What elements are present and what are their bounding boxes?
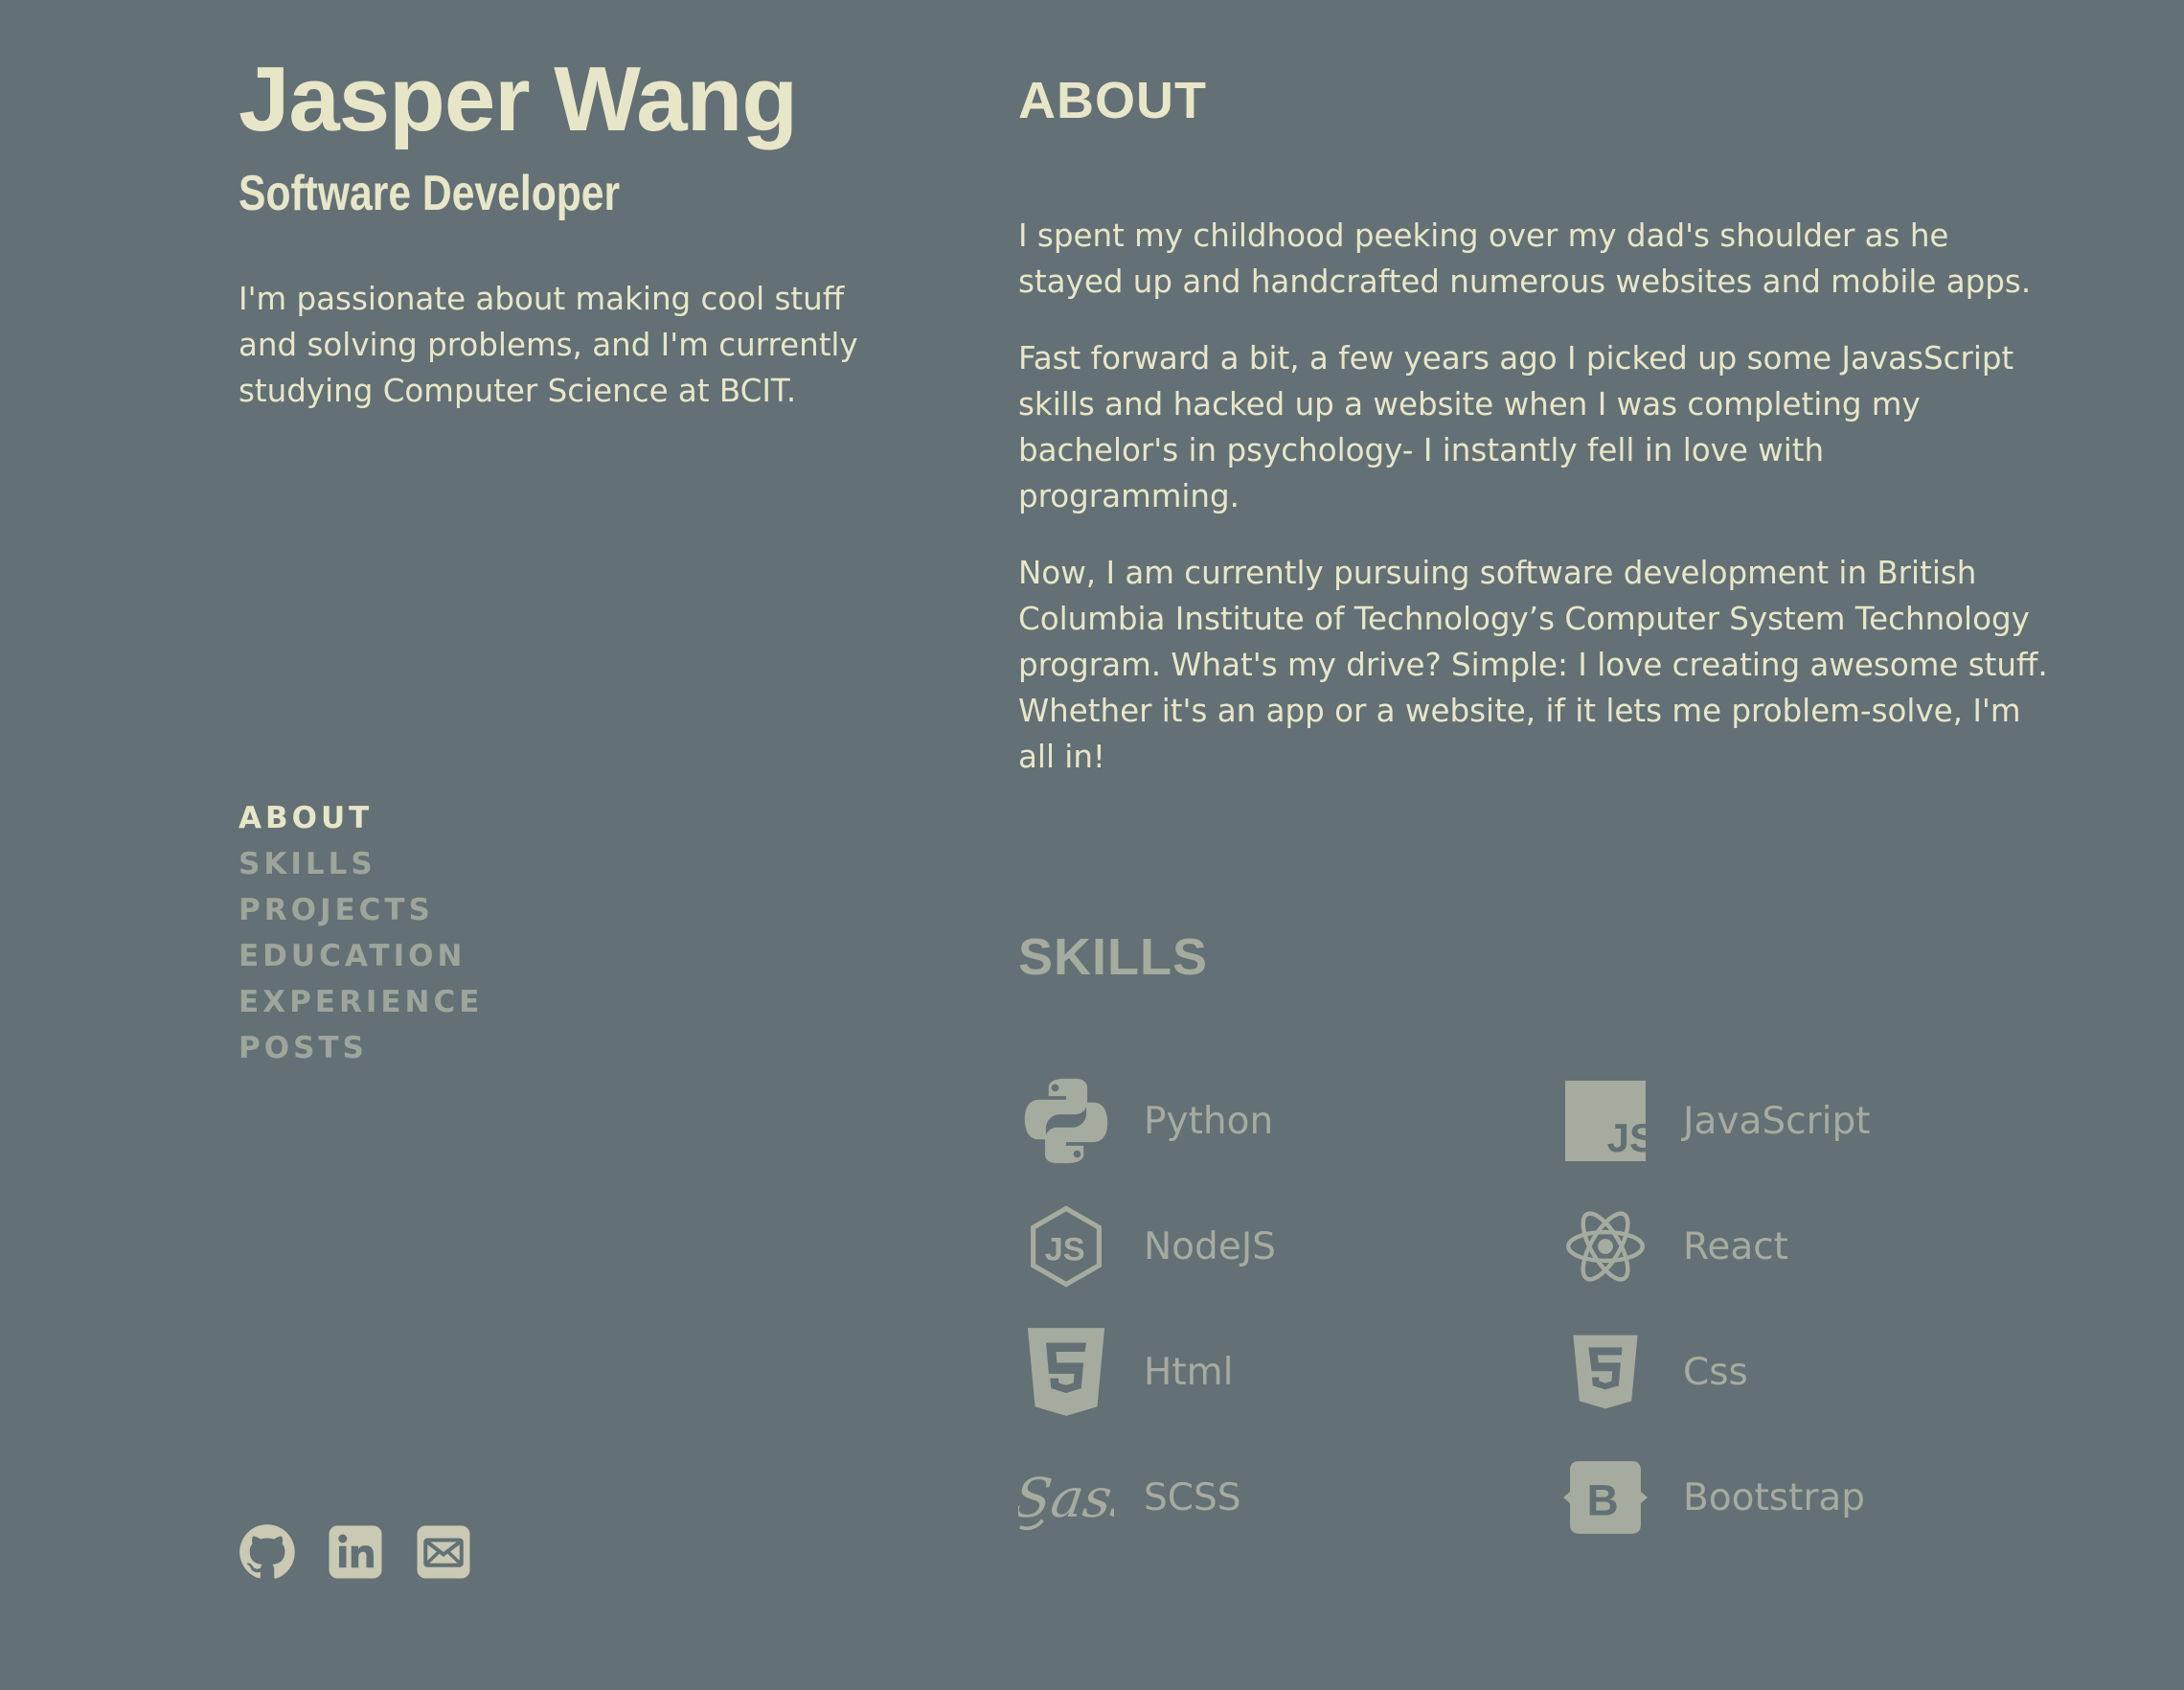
skill-label: React [1683,1224,1788,1268]
nav-item-skills[interactable]: SKILLS [239,841,483,887]
skill-css: Css [1558,1324,1748,1420]
github-link[interactable] [239,1523,296,1581]
social-links [239,1523,472,1581]
skill-label: NodeJS [1144,1224,1277,1268]
nav-item-experience[interactable]: EXPERIENCE [239,979,483,1025]
section-nav: ABOUT SKILLS PROJECTS EDUCATION EXPERIEN… [239,795,483,1071]
linkedin-link[interactable] [327,1523,384,1581]
bootstrap-icon: B [1558,1450,1653,1545]
email-icon [417,1525,470,1579]
skill-label: Python [1144,1099,1274,1143]
about-paragraph: I spent my childhood peeking over my dad… [1018,217,2032,300]
nav-item-posts[interactable]: POSTS [239,1025,483,1071]
nav-item-education[interactable]: EDUCATION [239,933,483,979]
python-icon [1018,1073,1114,1169]
css3-icon [1558,1324,1653,1420]
skill-label: SCSS [1144,1475,1241,1519]
sass-icon: Sass [1018,1450,1114,1545]
react-icon [1558,1199,1653,1294]
skill-html: Html [1018,1324,1233,1420]
about-paragraph: Fast forward a bit, a few years ago I pi… [1018,340,2014,514]
svg-text:JS: JS [1607,1115,1646,1160]
skill-label: Html [1144,1350,1234,1394]
skill-nodejs: JS NodeJS [1018,1199,1276,1294]
skill-javascript: JS JavaScript [1558,1073,1871,1169]
about-paragraph: Now, I am currently pursuing software de… [1018,555,2048,775]
intro-text: I'm passionate about making cool stuff a… [239,281,858,409]
skill-scss: Sass SCSS [1018,1450,1241,1545]
main-content: ABOUT I spent my childhood peeking over … [1018,0,2082,1690]
sidebar: Jasper Wang Software Developer I'm passi… [239,0,890,1690]
page-title: Jasper Wang [239,48,798,150]
skill-label: Bootstrap [1683,1475,1866,1519]
about-body: I spent my childhood peeking over my dad… [1018,213,2053,811]
subtitle-role: Software Developer [239,166,621,221]
github-icon [239,1524,295,1579]
svg-text:JS: JS [1045,1232,1085,1268]
email-link[interactable] [415,1523,472,1581]
svg-text:B: B [1587,1475,1619,1524]
skill-react: React [1558,1199,1788,1294]
skill-python: Python [1018,1073,1273,1169]
skill-label: JavaScript [1683,1099,1871,1143]
linkedin-icon [329,1525,382,1579]
nodejs-icon: JS [1018,1199,1114,1294]
svg-text:Sass: Sass [1018,1467,1114,1530]
nav-item-projects[interactable]: PROJECTS [239,887,483,933]
skills-heading: SKILLS [1018,928,1209,986]
html5-icon [1018,1324,1114,1420]
about-heading: ABOUT [1018,72,1207,129]
skill-bootstrap: B Bootstrap [1558,1450,1865,1545]
javascript-icon: JS [1558,1073,1653,1169]
nav-item-about[interactable]: ABOUT [239,795,483,841]
skill-label: Css [1683,1350,1748,1394]
